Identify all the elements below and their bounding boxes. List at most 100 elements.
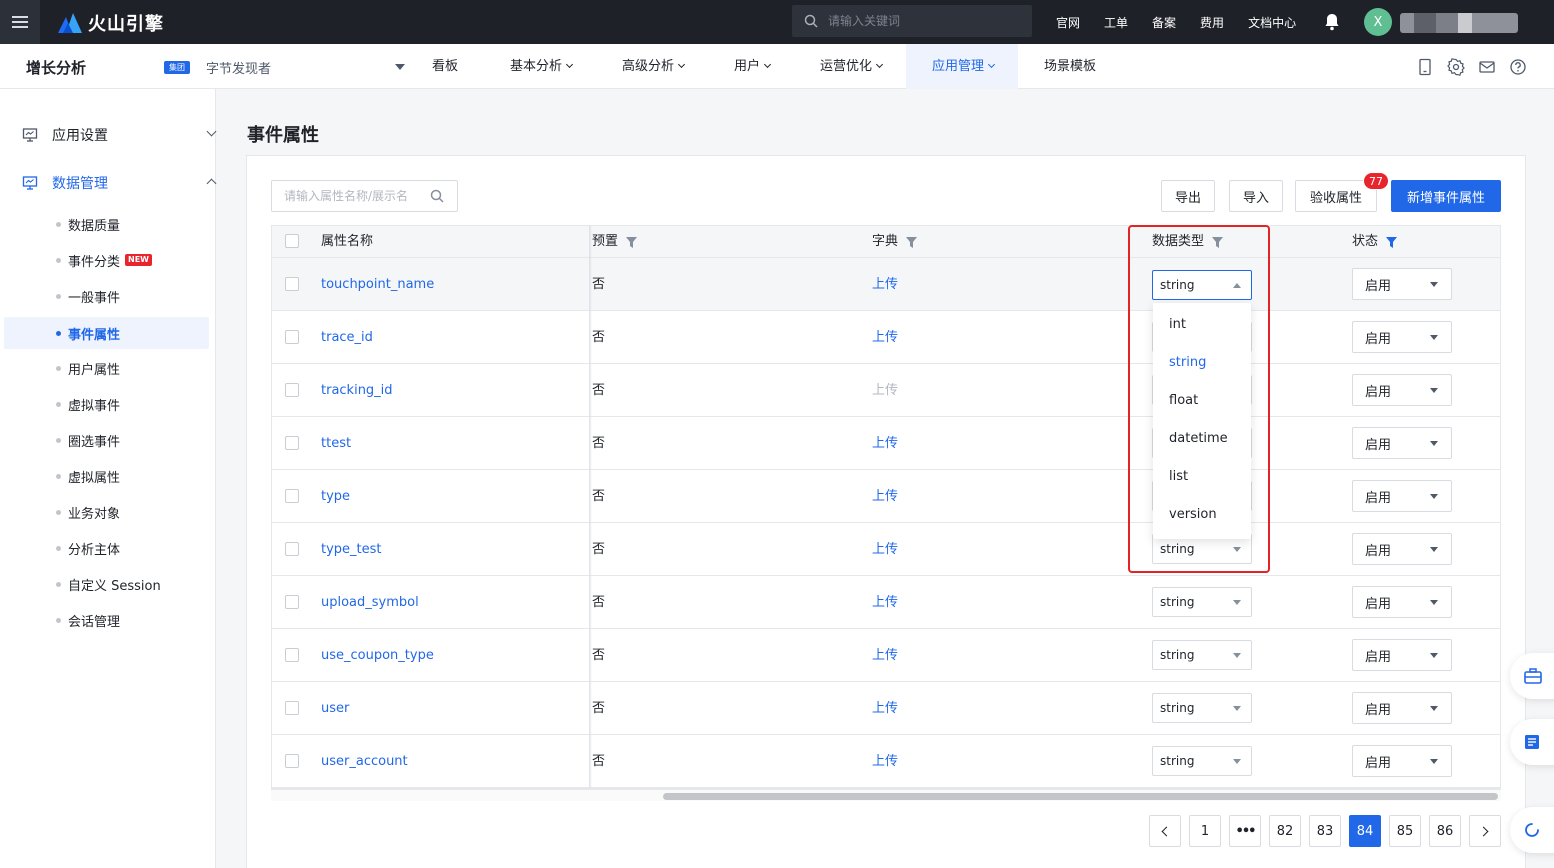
- filter-icon[interactable]: [1386, 236, 1398, 248]
- data-type-option[interactable]: list: [1153, 458, 1251, 496]
- page-button[interactable]: 83: [1309, 815, 1341, 847]
- export-button[interactable]: 导出: [1161, 180, 1215, 212]
- status-select[interactable]: 启用: [1352, 374, 1452, 406]
- gear-icon[interactable]: [1447, 58, 1465, 76]
- filter-icon[interactable]: [906, 236, 918, 248]
- sidebar-item-virtual-events[interactable]: 虚拟事件: [4, 388, 209, 420]
- data-type-select[interactable]: string: [1152, 693, 1252, 723]
- sidebar-item-user-properties[interactable]: 用户属性: [4, 352, 209, 384]
- data-type-select[interactable]: string: [1152, 640, 1252, 670]
- table-row[interactable]: upload_symbol 否 上传 string 启用: [272, 576, 1500, 629]
- table-row[interactable]: touchpoint_name 否 上传 string 启用: [272, 258, 1500, 311]
- username-redacted[interactable]: [1400, 13, 1518, 33]
- brand-logo[interactable]: 火山引擎: [58, 10, 164, 36]
- status-select[interactable]: 启用: [1352, 639, 1452, 671]
- sidebar-item-business-objects[interactable]: 业务对象: [4, 496, 209, 528]
- sidebar-group-data-management[interactable]: 数据管理: [22, 173, 217, 193]
- import-button[interactable]: 导入: [1229, 180, 1283, 212]
- row-checkbox[interactable]: [285, 277, 299, 291]
- next-page-button[interactable]: [1469, 815, 1501, 847]
- page-button[interactable]: 82: [1269, 815, 1301, 847]
- status-select[interactable]: 启用: [1352, 745, 1452, 777]
- mail-icon[interactable]: [1478, 58, 1496, 76]
- nav-users[interactable]: 用户: [724, 44, 780, 89]
- sidebar-item-event-category[interactable]: 事件分类 NEW: [4, 244, 209, 276]
- status-select[interactable]: 启用: [1352, 427, 1452, 459]
- property-name-link[interactable]: upload_symbol: [321, 576, 419, 629]
- sidebar-item-circle-events[interactable]: 圈选事件: [4, 424, 209, 456]
- table-row[interactable]: type_test 否 上传 string 启用: [272, 523, 1500, 576]
- row-checkbox[interactable]: [285, 436, 299, 450]
- status-select[interactable]: 启用: [1352, 533, 1452, 565]
- dictionary-upload-link[interactable]: 上传: [872, 576, 898, 629]
- status-select[interactable]: 启用: [1352, 268, 1452, 300]
- row-checkbox[interactable]: [285, 383, 299, 397]
- dictionary-upload-link[interactable]: 上传: [872, 682, 898, 735]
- hamburger-menu-button[interactable]: [0, 0, 40, 44]
- dictionary-upload-link[interactable]: 上传: [872, 470, 898, 523]
- link-official-site[interactable]: 官网: [1056, 14, 1080, 31]
- table-row[interactable]: tracking_id否上传string启用: [272, 364, 1500, 417]
- data-type-option[interactable]: float: [1153, 382, 1251, 420]
- docs-float-button[interactable]: [1510, 719, 1554, 765]
- link-tickets[interactable]: 工单: [1104, 14, 1128, 31]
- dictionary-upload-link[interactable]: 上传: [872, 417, 898, 470]
- global-search-input[interactable]: [828, 14, 1008, 28]
- dictionary-upload-link[interactable]: 上传: [872, 523, 898, 576]
- table-row[interactable]: type否上传string启用: [272, 470, 1500, 523]
- search-icon[interactable]: [430, 189, 444, 203]
- help-icon[interactable]: [1509, 58, 1527, 76]
- row-checkbox[interactable]: [285, 701, 299, 715]
- status-select[interactable]: 启用: [1352, 321, 1452, 353]
- row-checkbox[interactable]: [285, 754, 299, 768]
- caret-down-icon[interactable]: [395, 64, 405, 70]
- data-type-option[interactable]: int: [1153, 306, 1251, 344]
- link-docs[interactable]: 文档中心: [1248, 14, 1296, 31]
- table-row[interactable]: ttest否上传string启用: [272, 417, 1500, 470]
- property-name-link[interactable]: type_test: [321, 523, 382, 576]
- sidebar-item-data-quality[interactable]: 数据质量: [4, 208, 209, 240]
- select-all-checkbox[interactable]: [285, 234, 299, 248]
- property-search-input[interactable]: [284, 189, 424, 203]
- page-button[interactable]: 86: [1429, 815, 1461, 847]
- bell-icon[interactable]: [1324, 13, 1340, 31]
- property-name-link[interactable]: user: [321, 682, 349, 735]
- prev-page-button[interactable]: [1149, 815, 1181, 847]
- dictionary-upload-link[interactable]: 上传: [872, 258, 898, 311]
- status-select[interactable]: 启用: [1352, 692, 1452, 724]
- row-checkbox[interactable]: [285, 542, 299, 556]
- table-row[interactable]: use_coupon_type 否 上传 string 启用: [272, 629, 1500, 682]
- property-name-link[interactable]: use_coupon_type: [321, 629, 434, 682]
- property-name-link[interactable]: user_account: [321, 735, 408, 788]
- row-checkbox[interactable]: [285, 330, 299, 344]
- property-search[interactable]: [271, 180, 458, 212]
- data-type-select[interactable]: string: [1152, 587, 1252, 617]
- add-event-property-button[interactable]: 新增事件属性: [1391, 180, 1501, 212]
- page-button[interactable]: 1: [1189, 815, 1221, 847]
- nav-advanced-analysis[interactable]: 高级分析: [612, 44, 694, 89]
- toolbox-float-button[interactable]: [1510, 653, 1554, 699]
- property-name-link[interactable]: trace_id: [321, 311, 373, 364]
- property-name-link[interactable]: tracking_id: [321, 364, 393, 417]
- data-type-select[interactable]: string: [1152, 746, 1252, 776]
- nav-dashboard[interactable]: 看板: [422, 44, 468, 89]
- filter-icon[interactable]: [1212, 236, 1224, 248]
- data-type-option[interactable]: string: [1153, 344, 1251, 382]
- nav-operations[interactable]: 运营优化: [810, 44, 892, 89]
- loading-float-button[interactable]: [1510, 807, 1554, 853]
- page-button-current[interactable]: 84: [1349, 815, 1381, 847]
- property-name-link[interactable]: ttest: [321, 417, 351, 470]
- sidebar-item-analysis-subjects[interactable]: 分析主体: [4, 532, 209, 564]
- app-selector[interactable]: 字节发现者: [206, 58, 271, 77]
- status-select[interactable]: 启用: [1352, 480, 1452, 512]
- global-search[interactable]: [792, 5, 1032, 37]
- sidebar-item-custom-session[interactable]: 自定义 Session: [4, 568, 209, 600]
- link-filing[interactable]: 备案: [1152, 14, 1176, 31]
- row-checkbox[interactable]: [285, 648, 299, 662]
- nav-scene-templates[interactable]: 场景模板: [1034, 44, 1106, 89]
- sidebar-item-session-management[interactable]: 会话管理: [4, 604, 209, 636]
- sidebar-item-virtual-properties[interactable]: 虚拟属性: [4, 460, 209, 492]
- page-ellipsis-button[interactable]: •••: [1229, 815, 1261, 847]
- data-type-option[interactable]: datetime: [1153, 420, 1251, 458]
- table-horizontal-scrollbar[interactable]: [271, 789, 1501, 801]
